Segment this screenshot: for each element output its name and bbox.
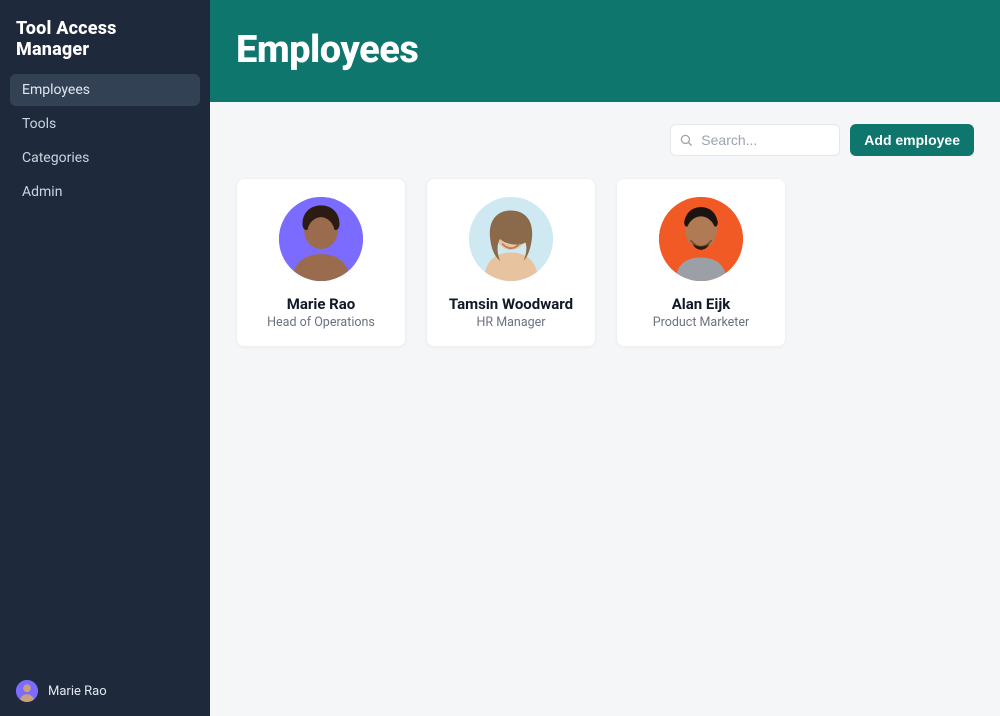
sidebar-item-admin[interactable]: Admin — [10, 176, 200, 208]
page-title: Employees — [236, 28, 974, 72]
search-wrap — [670, 124, 840, 156]
employee-card[interactable]: Tamsin Woodward HR Manager — [426, 178, 596, 347]
content: Add employee Marie Rao Head of Operation… — [210, 102, 1000, 369]
employee-card[interactable]: Marie Rao Head of Operations — [236, 178, 406, 347]
app-title: Tool Access Manager — [0, 0, 210, 74]
current-user-name: Marie Rao — [48, 684, 107, 699]
avatar — [659, 197, 743, 281]
employee-role: Product Marketer — [653, 315, 750, 330]
sidebar: Tool Access Manager Employees Tools Cate… — [0, 0, 210, 716]
current-user[interactable]: Marie Rao — [0, 666, 210, 716]
header: Employees — [210, 0, 1000, 102]
employee-grid: Marie Rao Head of Operations Tamsin Wood… — [236, 178, 974, 347]
add-employee-button[interactable]: Add employee — [850, 124, 974, 156]
employee-name: Tamsin Woodward — [449, 295, 573, 313]
main: Employees Add employee — [210, 0, 1000, 716]
sidebar-item-categories[interactable]: Categories — [10, 142, 200, 174]
person-icon — [279, 197, 363, 281]
avatar — [469, 197, 553, 281]
employee-name: Marie Rao — [287, 295, 356, 313]
employee-role: HR Manager — [476, 315, 545, 330]
sidebar-item-tools[interactable]: Tools — [10, 108, 200, 140]
sidebar-nav: Employees Tools Categories Admin — [0, 74, 210, 210]
toolbar: Add employee — [236, 124, 974, 156]
person-icon — [469, 197, 553, 281]
avatar — [16, 680, 38, 702]
search-icon — [679, 133, 693, 147]
search-input[interactable] — [670, 124, 840, 156]
employee-role: Head of Operations — [267, 315, 375, 330]
employee-name: Alan Eijk — [672, 295, 731, 313]
avatar — [279, 197, 363, 281]
sidebar-item-employees[interactable]: Employees — [10, 74, 200, 106]
person-icon — [659, 197, 743, 281]
person-icon — [16, 680, 38, 702]
employee-card[interactable]: Alan Eijk Product Marketer — [616, 178, 786, 347]
